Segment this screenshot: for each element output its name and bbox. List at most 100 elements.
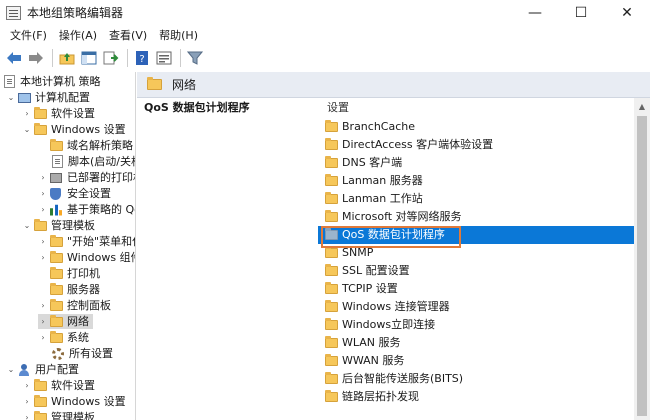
tree-item-scripts[interactable]: 脚本(启动/关机) [52,154,135,169]
chevron-down-icon[interactable]: ⌄ [6,362,16,377]
tree-item-system[interactable]: › 系统 [38,330,89,345]
chevron-down-icon[interactable]: ⌄ [22,218,32,233]
tree-item-label: 管理模板 [51,219,95,232]
list-item[interactable]: BranchCache [318,118,634,136]
menu-file[interactable]: 文件(F) [4,27,53,45]
back-icon[interactable] [4,48,24,68]
menu-view[interactable]: 查看(V) [103,27,153,45]
list-item[interactable]: Windows立即连接 [318,316,634,334]
folder-icon [325,138,338,150]
list-item[interactable]: Microsoft 对等网络服务 [318,208,634,226]
tree-item-user-config[interactable]: ⌄ 用户配置 [6,362,79,377]
folder-icon [325,336,338,348]
minimize-button[interactable]: — [512,0,558,26]
menu-action[interactable]: 操作(A) [53,27,103,45]
tree-item-all-settings[interactable]: 所有设置 [52,346,113,361]
tree-item-windows-settings[interactable]: ⌄ Windows 设置 [22,122,126,137]
folder-icon [325,156,338,168]
chevron-right-icon[interactable]: › [22,410,32,420]
list-item-label: TCPIP 设置 [342,282,398,295]
show-hide-tree-icon[interactable] [79,48,99,68]
tree-item-local-policy[interactable]: 本地计算机 策略 [4,74,101,89]
list-item[interactable]: DirectAccess 客户端体验设置 [318,136,634,154]
tree-item-label: 基于策略的 QoS [67,203,135,216]
list-item[interactable]: SNMP [318,244,634,262]
svg-text:?: ? [139,54,144,65]
tree-item-network[interactable]: › 网络 [38,314,93,329]
bar-chart-icon [50,204,62,216]
chevron-right-icon[interactable]: › [38,298,48,313]
column-header-settings[interactable]: 设置 [327,100,349,116]
tree-item-admin-templates[interactable]: ⌄ 管理模板 [22,218,95,233]
tree-item-label: 管理模板 [51,411,95,420]
toolbar: ? [0,46,650,70]
tree-item-server[interactable]: 服务器 [50,282,100,297]
scroll-up-arrow-icon[interactable]: ▲ [634,98,650,114]
tree-item-control-panel[interactable]: › 控制面板 [38,298,111,313]
list-item-selected[interactable]: QoS 数据包计划程序 [318,226,634,244]
export-list-icon[interactable] [101,48,121,68]
tree-item-computer-config[interactable]: ⌄ 计算机配置 [6,90,90,105]
tree-item-label: 系统 [67,331,89,344]
filter-icon[interactable] [185,48,205,68]
chevron-down-icon[interactable]: ⌄ [22,122,32,137]
tree-item-label: 服务器 [67,283,100,296]
chevron-right-icon[interactable]: › [38,314,48,329]
list-item-label: Windows立即连接 [342,318,436,331]
chevron-right-icon[interactable]: › [22,394,32,409]
list-item[interactable]: SSL 配置设置 [318,262,634,280]
navigation-tree[interactable]: 本地计算机 策略 ⌄ 计算机配置 › 软件设置 ⌄ Windows 设置 域名解… [0,72,136,420]
list-item-label: WWAN 服务 [342,354,405,367]
vertical-scrollbar[interactable]: ▲ [634,98,650,420]
tree-item-user-admin-templates[interactable]: › 管理模板 [22,410,95,420]
list-item[interactable]: WWAN 服务 [318,352,634,370]
tree-item-user-windows-settings[interactable]: › Windows 设置 [22,394,126,409]
folder-icon [34,410,47,420]
list-item-label: Lanman 服务器 [342,174,423,187]
list-item[interactable]: WLAN 服务 [318,334,634,352]
folder-icon [50,250,63,263]
list-item[interactable]: TCPIP 设置 [318,280,634,298]
scrollbar-thumb[interactable] [637,116,647,416]
folder-icon [50,282,63,295]
menu-help[interactable]: 帮助(H) [153,27,204,45]
list-item-label: WLAN 服务 [342,336,401,349]
tree-item-deployed-printers[interactable]: › 已部署的打印机 [38,170,135,185]
list-item[interactable]: 后台智能传送服务(BITS) [318,370,634,388]
maximize-button[interactable]: ☐ [558,0,604,26]
folder-icon [34,218,47,231]
properties-icon[interactable] [154,48,174,68]
list-item[interactable]: Lanman 服务器 [318,172,634,190]
chevron-right-icon[interactable]: › [22,378,32,393]
tree-item-start-menu-taskbar[interactable]: › "开始"菜单和任务栏 [38,234,135,249]
tree-item-printers[interactable]: 打印机 [50,266,100,281]
tree-item-security-settings[interactable]: › 安全设置 [38,186,111,201]
list-item[interactable]: 链路层拓扑发现 [318,388,634,406]
tree-item-label: Windows 设置 [51,123,126,136]
chevron-right-icon[interactable]: › [22,106,32,121]
up-folder-icon[interactable] [57,48,77,68]
folder-icon [34,106,47,119]
list-item[interactable]: Windows 连接管理器 [318,298,634,316]
forward-icon[interactable] [26,48,46,68]
chevron-right-icon[interactable]: › [38,250,48,265]
chevron-right-icon[interactable]: › [38,202,48,217]
tree-item-software-settings[interactable]: › 软件设置 [22,106,95,121]
folder-icon [50,314,63,327]
list-item[interactable]: DNS 客户端 [318,154,634,172]
tree-item-label: 用户配置 [35,363,79,376]
close-button[interactable]: ✕ [604,0,650,26]
chevron-right-icon[interactable]: › [38,234,48,249]
user-icon [18,363,30,376]
tree-item-user-software-settings[interactable]: › 软件设置 [22,378,95,393]
chevron-right-icon[interactable]: › [38,330,48,345]
tree-item-policy-based-qos[interactable]: › 基于策略的 QoS [38,202,135,217]
chevron-right-icon[interactable]: › [38,186,48,201]
chevron-down-icon[interactable]: ⌄ [6,90,16,105]
tree-item-windows-components[interactable]: › Windows 组件 [38,250,135,265]
list-item[interactable]: Lanman 工作站 [318,190,634,208]
tree-item-name-resolution-policy[interactable]: 域名解析策略 [50,138,133,153]
help-icon[interactable]: ? [132,48,152,68]
settings-list[interactable]: BranchCache DirectAccess 客户端体验设置 DNS 客户端… [318,118,634,420]
chevron-right-icon[interactable]: › [38,170,48,185]
